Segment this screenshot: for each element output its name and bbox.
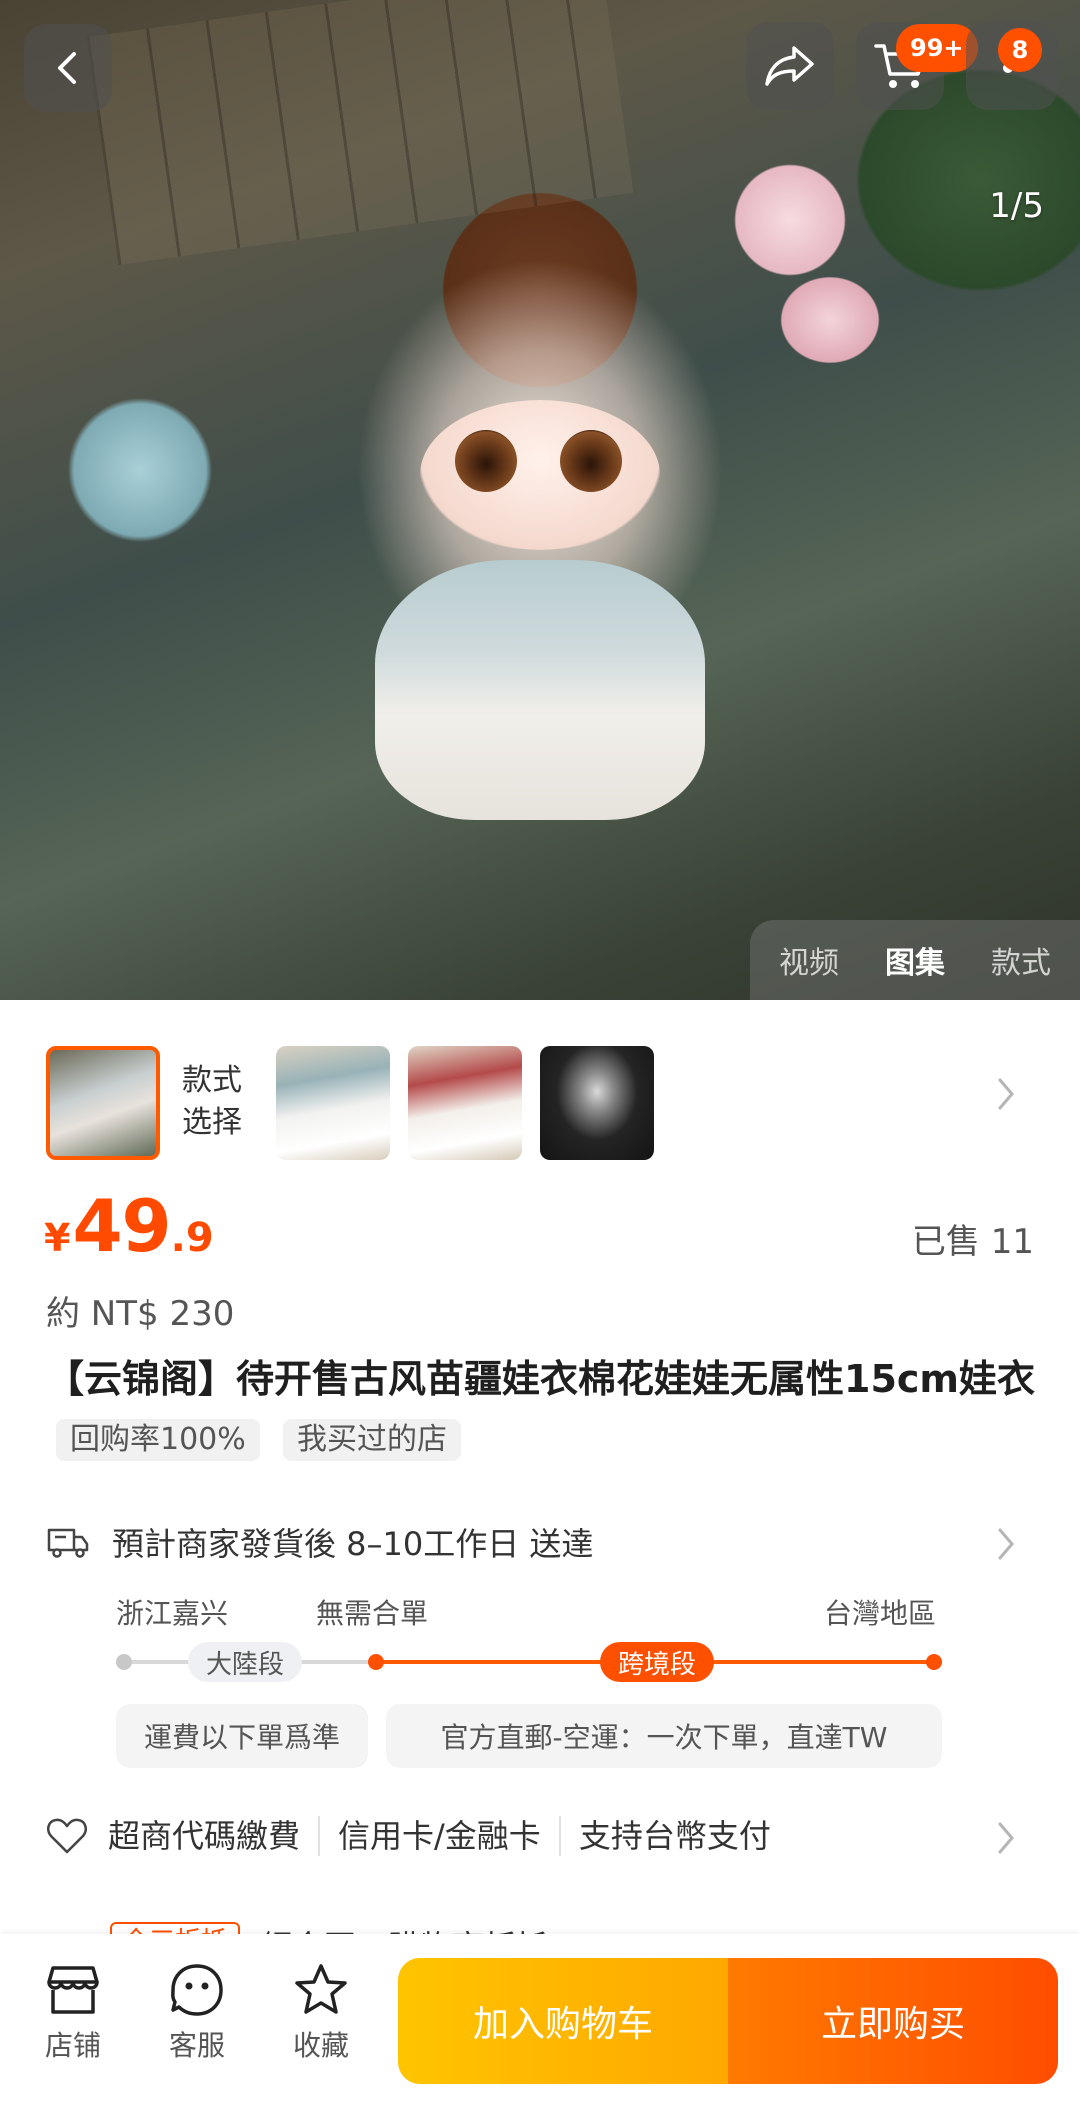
route-dot-transfer <box>368 1654 384 1670</box>
doll-face <box>420 400 660 550</box>
background-paper <box>86 0 634 266</box>
customer-service-label: 客服 <box>168 2029 225 2062</box>
store-button[interactable]: 店铺 <box>28 1962 118 2064</box>
segment-crossborder-pill: 跨境段 <box>600 1642 715 1682</box>
chevron-left-icon <box>58 52 76 84</box>
payment-chevron-right-icon[interactable] <box>996 1820 1016 1866</box>
converted-price: 約 NT$ 230 <box>46 1294 235 1334</box>
note-mainland: 運費以下單爲準 <box>116 1704 368 1768</box>
payment-card: 信用卡/金融卡 <box>320 1816 561 1856</box>
variant-label-line1: 款式 <box>182 1063 242 1098</box>
variant-thumb[interactable] <box>540 1046 654 1160</box>
shipping-destination: 台灣地區 <box>824 1597 937 1630</box>
doll-dress <box>375 560 705 820</box>
tag-repurchase-rate: 回购率100% <box>56 1418 260 1461</box>
shipping-chevron-right-icon[interactable] <box>996 1526 1016 1572</box>
variant-label[interactable]: 款式 选择 <box>182 1060 242 1144</box>
sold-count: 已售 11 <box>911 1222 1034 1262</box>
price-decimal: .9 <box>170 1215 214 1261</box>
variant-chevron-right-icon[interactable] <box>996 1076 1016 1122</box>
customer-service-button[interactable]: 客服 <box>152 1962 242 2064</box>
doll-eye-left <box>455 430 517 492</box>
truck-icon <box>47 1528 89 1558</box>
store-label: 店铺 <box>44 2029 101 2062</box>
share-button[interactable] <box>746 22 834 110</box>
favorite-button[interactable]: 收藏 <box>276 1962 366 2064</box>
payment-convenience-store: 超商代碼繳費 <box>88 1816 321 1856</box>
variant-thumb[interactable] <box>408 1046 522 1160</box>
price: ¥ 49 .9 <box>44 1184 214 1268</box>
route-dot-destination <box>926 1654 942 1670</box>
shipping-consolidation: 無需合單 <box>316 1597 429 1630</box>
shipping-estimate-text: 預計商家發貨後 8–10工作日 送達 <box>112 1525 594 1563</box>
product-image-gallery[interactable]: 99+ 8 1/5 视频 图集 款式 <box>0 0 1080 1000</box>
payment-methods-row[interactable]: 超商代碼繳費 信用卡/金融卡 支持台幣支付 <box>46 1808 1036 1864</box>
product-title-text: 【云锦阁】待开售古风苗疆娃衣棉花娃娃无属性15cm娃衣 <box>46 1357 1036 1401</box>
back-button[interactable] <box>24 24 112 112</box>
add-to-cart-button[interactable]: 加入购物车 <box>398 1958 728 2084</box>
tab-gallery[interactable]: 图集 <box>885 938 945 982</box>
variant-thumb-selected[interactable] <box>46 1046 160 1160</box>
tag-purchased-store[interactable]: 我买过的店 <box>283 1418 462 1461</box>
route-dot-origin <box>116 1654 132 1670</box>
buy-now-button[interactable]: 立即购买 <box>728 1958 1058 2084</box>
customer-service-icon <box>171 1964 223 2016</box>
heart-outline-icon <box>47 1818 87 1854</box>
payment-twd: 支持台幣支付 <box>578 1817 771 1855</box>
store-icon <box>47 1966 99 2014</box>
variant-label-line2: 选择 <box>182 1105 242 1140</box>
star-icon <box>295 1964 347 2014</box>
share-icon <box>765 46 814 86</box>
image-pager: 1/5 <box>989 186 1044 226</box>
price-integer: 49 <box>72 1184 171 1268</box>
shipping-estimate-row[interactable]: 預計商家發貨後 8–10工作日 送達 <box>46 1514 1036 1570</box>
variant-thumb[interactable] <box>276 1046 390 1160</box>
message-count-badge: 8 <box>998 28 1042 72</box>
tab-video[interactable]: 视频 <box>779 938 839 982</box>
favorite-label: 收藏 <box>292 2029 349 2062</box>
doll-eye-right <box>560 430 622 492</box>
price-currency: ¥ <box>44 1216 71 1260</box>
note-crossborder: 官方直郵-空運：一次下單，直達TW <box>386 1704 942 1768</box>
tab-styles[interactable]: 款式 <box>991 938 1051 982</box>
media-tabs: 视频 图集 款式 <box>750 920 1080 1000</box>
segment-mainland-pill: 大陸段 <box>188 1642 303 1682</box>
product-title: 【云锦阁】待开售古风苗疆娃衣棉花娃娃无属性15cm娃衣 回购率100% 我买过的… <box>46 1350 1036 1466</box>
shipping-origin: 浙江嘉兴 <box>116 1597 229 1630</box>
